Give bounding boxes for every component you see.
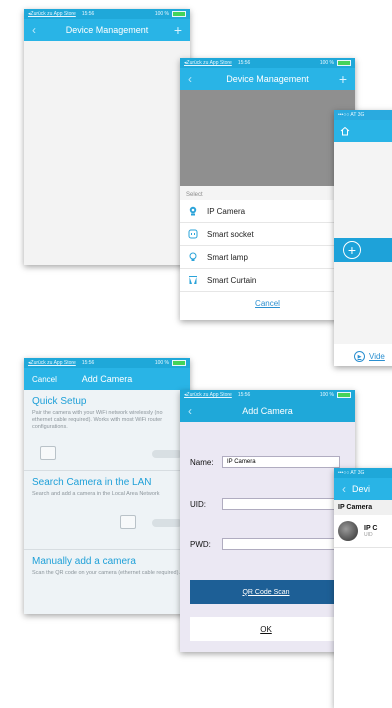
ok-button[interactable]: OK: [190, 617, 342, 641]
quick-setup-option[interactable]: Quick Setup Pair the camera with your Wi…: [24, 390, 190, 471]
battery-icon: [337, 60, 351, 66]
device-name: IP C: [364, 524, 378, 532]
camera-thumbnail: [338, 521, 358, 541]
uid-field[interactable]: [222, 498, 340, 510]
select-label: Select: [180, 186, 355, 200]
device-uid: UID: [364, 531, 373, 538]
dimmed-overlay: [180, 90, 355, 186]
pwd-field[interactable]: [222, 538, 340, 550]
nav-bar: ‹ Add Camera: [180, 400, 355, 422]
option-desc: Scan the QR code on your camera (etherne…: [32, 570, 180, 576]
page-title: Device Management: [65, 25, 149, 35]
status-bar: ◂Zurück zu App Store 15:56 100 %: [180, 390, 355, 400]
nav-bar: ‹ Devi: [334, 478, 392, 500]
name-field[interactable]: IP Camera: [222, 456, 340, 468]
device-list-screen: •••○○ AT 3G ‹ Devi IP Camera IP C UID: [334, 468, 392, 708]
lan-search-option[interactable]: Search Camera in the LAN Search and add …: [24, 471, 190, 550]
carrier-text: •••○○ AT 3G: [338, 470, 365, 476]
camera-icon: [120, 515, 136, 529]
battery-text: 100 %: [319, 60, 334, 66]
add-camera-options-screen: ◂Zurück zu App Store 15:56 100 % Cancel …: [24, 358, 190, 614]
back-to-app-store-link[interactable]: ◂Zurück zu App Store: [184, 392, 232, 398]
status-time: 15:56: [81, 360, 95, 366]
name-row: Name: IP Camera: [190, 456, 340, 468]
chevron-left-icon[interactable]: ‹: [342, 482, 346, 496]
video-link[interactable]: ▶ Vide: [354, 351, 385, 362]
option-title: Search Camera in the LAN: [32, 477, 152, 488]
play-icon: ▶: [354, 351, 365, 362]
battery-text: 100 %: [319, 392, 334, 398]
chevron-left-icon[interactable]: ‹: [188, 72, 192, 86]
nav-bar: ‹ Device Management +: [180, 68, 355, 90]
option-smart-curtain[interactable]: Smart Curtain: [180, 269, 355, 292]
pwd-row: PWD:: [190, 538, 340, 550]
option-smart-lamp[interactable]: Smart lamp: [180, 246, 355, 269]
battery-icon: [172, 11, 186, 17]
status-time: 15:56: [237, 392, 251, 398]
status-bar: •••○○ AT 3G: [334, 110, 392, 120]
camera-icon: [189, 206, 197, 216]
page-title: Device Management: [226, 74, 309, 84]
list-item[interactable]: IP C UID: [334, 515, 392, 548]
option-title: Manually add a camera: [32, 556, 136, 567]
device-management-screen: ◂Zurück zu App Store 15:56 100 % ‹ Devic…: [24, 9, 190, 265]
cancel-button[interactable]: Cancel: [32, 375, 57, 384]
lamp-icon: [189, 252, 197, 261]
curtain-icon: [189, 276, 197, 284]
plus-icon[interactable]: +: [339, 71, 347, 87]
option-desc: Search and add a camera in the Local Are…: [32, 491, 160, 497]
network-icon: [152, 519, 182, 527]
socket-icon: [188, 229, 198, 239]
video-label: Vide: [369, 352, 385, 361]
add-camera-form-screen: ◂Zurück zu App Store 15:56 100 % ‹ Add C…: [180, 390, 355, 652]
status-time: 15:56: [237, 60, 251, 66]
chevron-left-icon[interactable]: ‹: [188, 404, 192, 418]
option-label: IP Camera: [207, 206, 246, 216]
status-bar: ◂Zurück zu App Store 15:56 100 %: [24, 358, 190, 368]
option-title: Quick Setup: [32, 396, 87, 407]
page-title: Add Camera: [242, 406, 293, 416]
back-to-app-store-link[interactable]: ◂Zurück zu App Store: [28, 11, 76, 17]
cancel-button[interactable]: Cancel: [180, 292, 355, 314]
section-header: IP Camera: [334, 500, 392, 515]
option-smart-socket[interactable]: Smart socket: [180, 223, 355, 246]
option-label: Smart socket: [207, 229, 254, 239]
battery-icon: [172, 360, 186, 366]
status-bar: ◂Zurück zu App Store 15:56 100 %: [180, 58, 355, 68]
nav-bar: [334, 120, 392, 142]
status-time: 15:56: [81, 11, 95, 17]
manual-add-option[interactable]: Manually add a camera Scan the QR code o…: [24, 550, 190, 614]
uid-label: UID:: [190, 499, 206, 509]
qr-code-scan-button[interactable]: QR Code Scan: [190, 580, 342, 604]
chevron-left-icon[interactable]: ‹: [32, 23, 36, 37]
battery-text: 100 %: [154, 360, 169, 366]
name-label: Name:: [190, 457, 214, 467]
nav-bar: Cancel Add Camera: [24, 368, 190, 390]
plus-circle-icon[interactable]: +: [343, 241, 361, 259]
home-icon[interactable]: [340, 126, 350, 136]
status-bar: ◂Zurück zu App Store 15:56 100 %: [24, 9, 190, 19]
pwd-label: PWD:: [190, 539, 211, 549]
battery-text: 100 %: [154, 11, 169, 17]
option-label: Smart Curtain: [207, 275, 257, 285]
back-to-app-store-link[interactable]: ◂Zurück zu App Store: [28, 360, 76, 366]
option-desc: Pair the camera with your WiFi network w…: [32, 410, 163, 430]
camera-icon: [40, 446, 56, 460]
status-bar: •••○○ AT 3G: [334, 468, 392, 478]
home-screen: •••○○ AT 3G + ▶ Vide: [334, 110, 392, 366]
uid-row: UID:: [190, 498, 340, 510]
nav-bar: ‹ Device Management +: [24, 19, 190, 41]
option-ip-camera[interactable]: IP Camera: [180, 200, 355, 223]
option-label: Smart lamp: [207, 252, 248, 262]
wifi-icon: [152, 450, 182, 458]
device-select-screen: ◂Zurück zu App Store 15:56 100 % ‹ Devic…: [180, 58, 355, 320]
back-to-app-store-link[interactable]: ◂Zurück zu App Store: [184, 60, 232, 66]
battery-icon: [337, 392, 351, 398]
carrier-text: •••○○ AT 3G: [338, 112, 365, 118]
plus-icon[interactable]: +: [174, 22, 182, 38]
